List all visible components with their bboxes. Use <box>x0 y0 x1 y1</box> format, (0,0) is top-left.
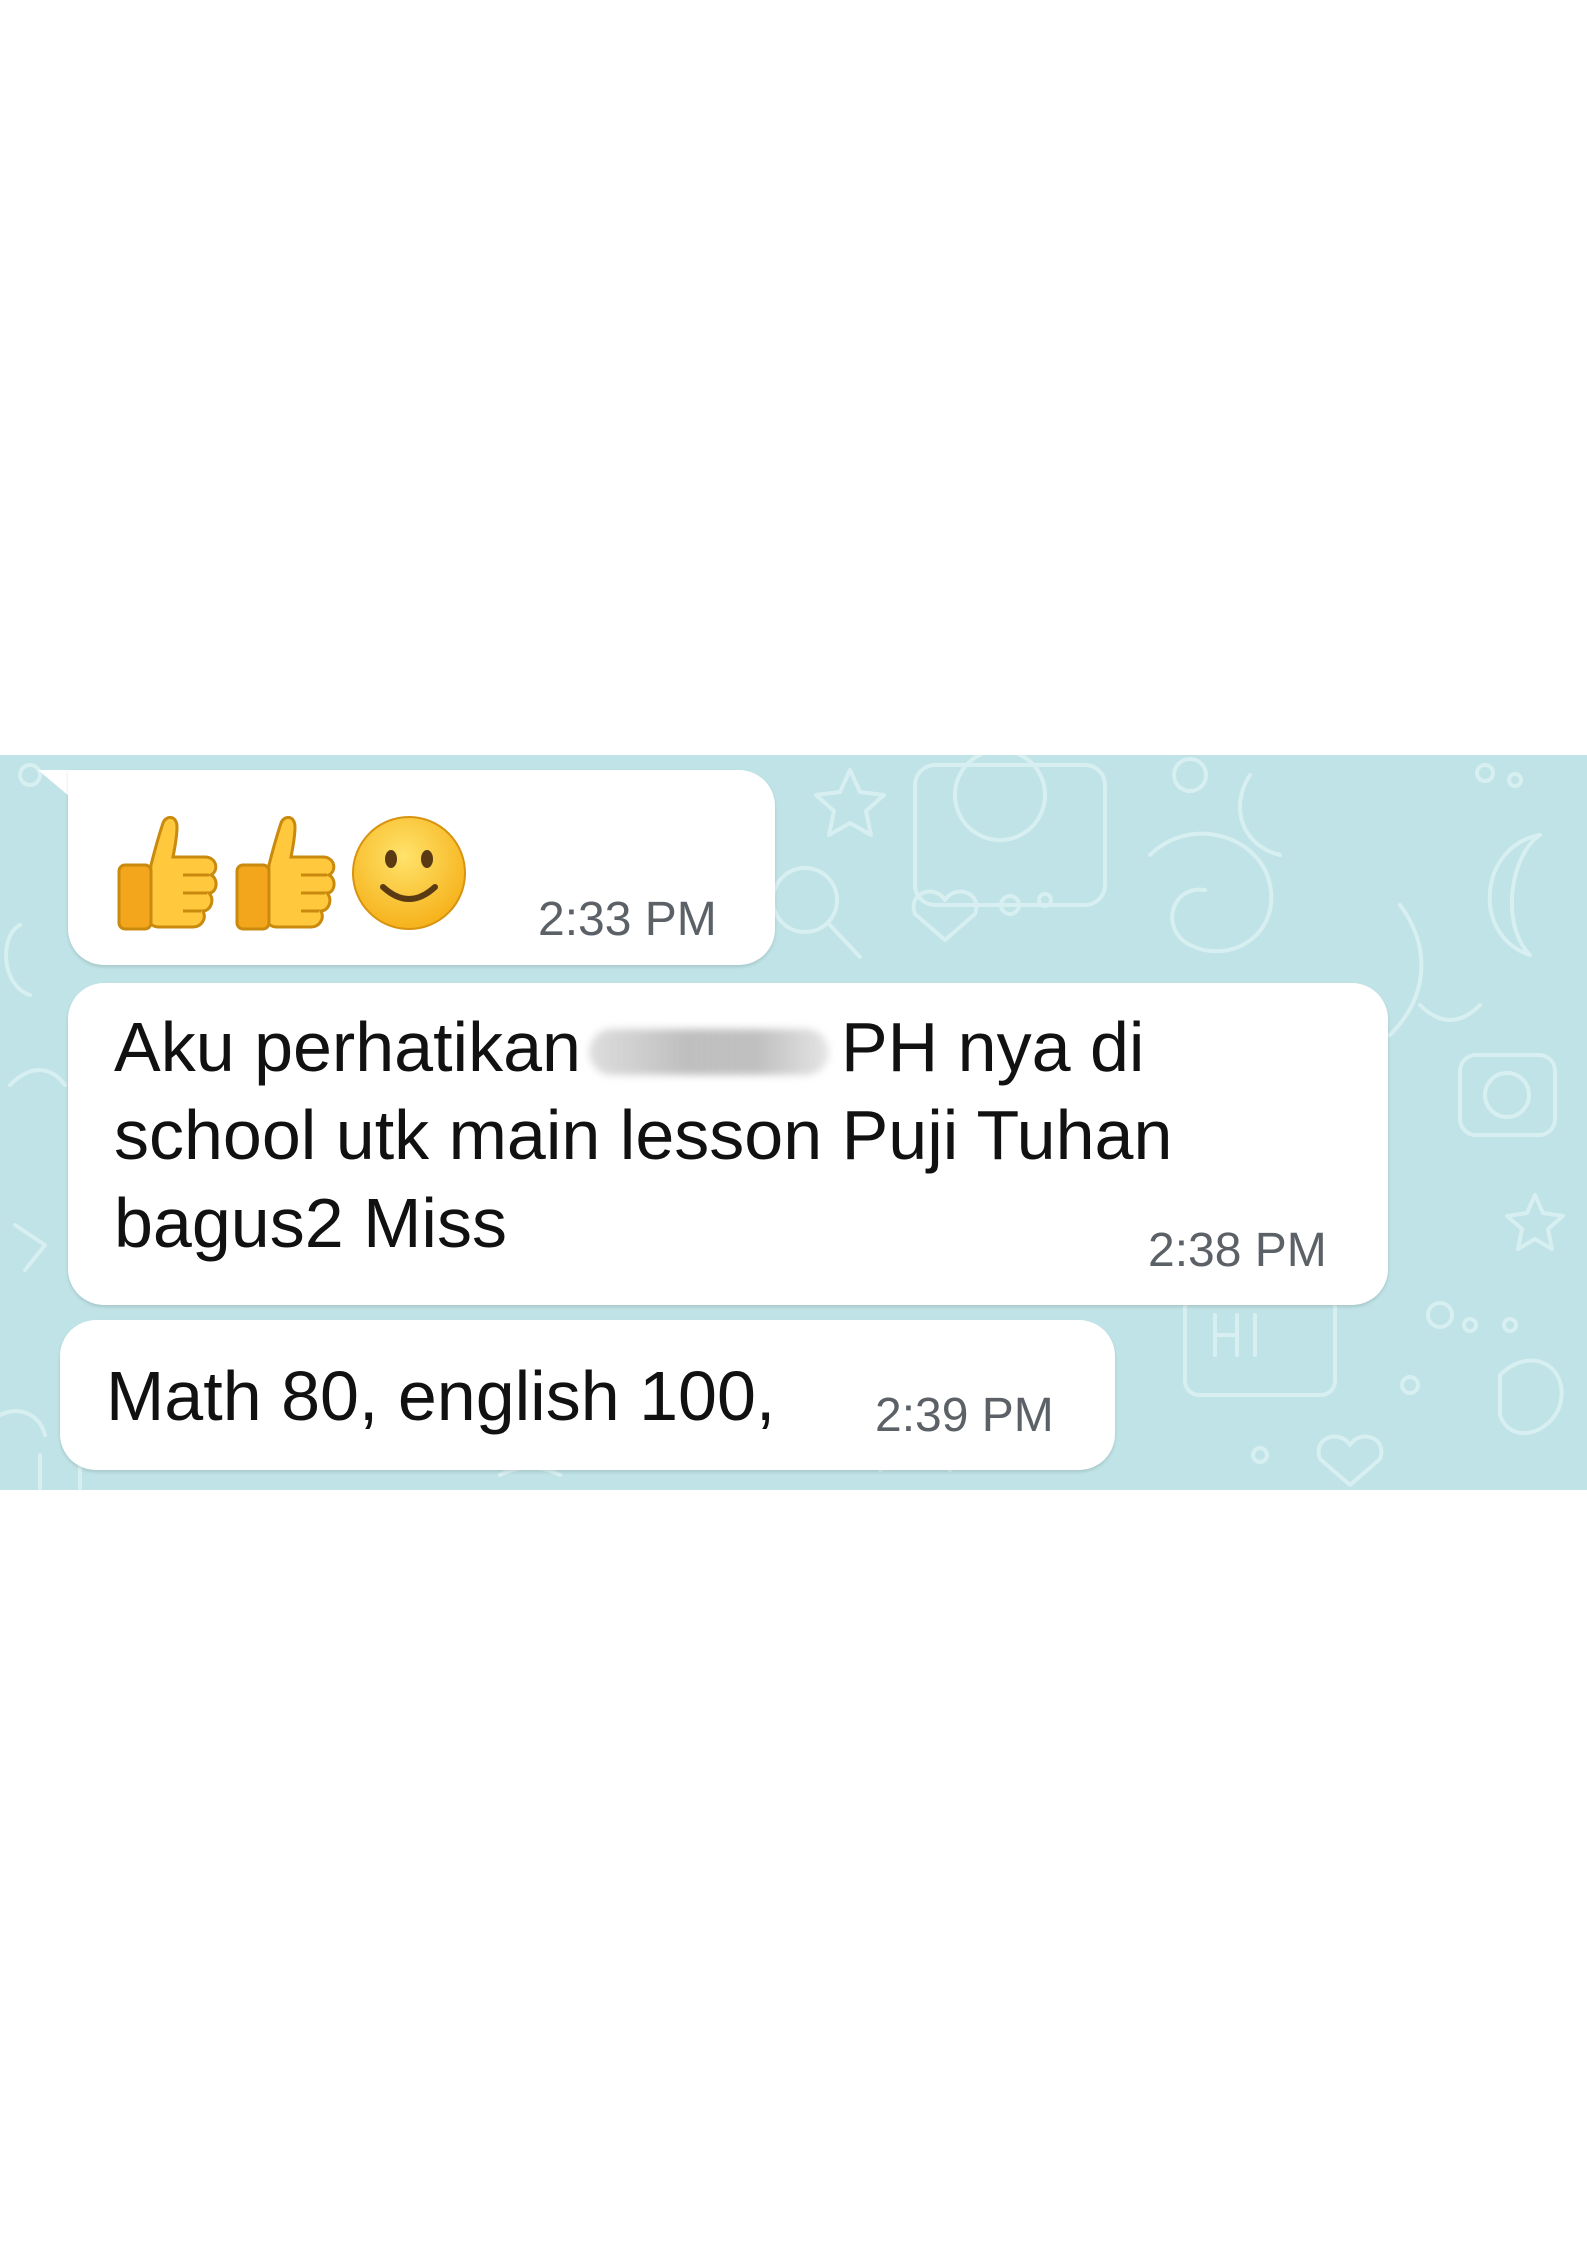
message-timestamp: 2:39 PM <box>875 1389 1054 1442</box>
message-text: Math 80, english 100, <box>106 1357 776 1435</box>
message-timestamp: 2:38 PM <box>1148 1224 1327 1277</box>
thumbs-up-icon <box>117 816 218 931</box>
message-text: Aku perhatikan PH nya di school utk main … <box>114 1003 1264 1267</box>
thumbs-up-icon <box>235 816 336 931</box>
message-bubble-emojis[interactable]: 2:33 PM <box>68 770 775 965</box>
redacted-name-blur <box>588 1029 829 1075</box>
chat-conversation: 2:33 PM Aku perhatikan PH nya di school u… <box>0 755 1587 1490</box>
message-bubble-text[interactable]: Aku perhatikan PH nya di school utk main … <box>68 983 1388 1305</box>
message-bubble-text[interactable]: Math 80, english 100, 2:39 PM <box>60 1320 1115 1470</box>
slightly-smiling-face-icon <box>352 816 466 930</box>
message-text-part: Aku perhatikan <box>114 1008 581 1086</box>
message-timestamp: 2:33 PM <box>538 893 717 946</box>
emoji-row <box>113 808 469 938</box>
